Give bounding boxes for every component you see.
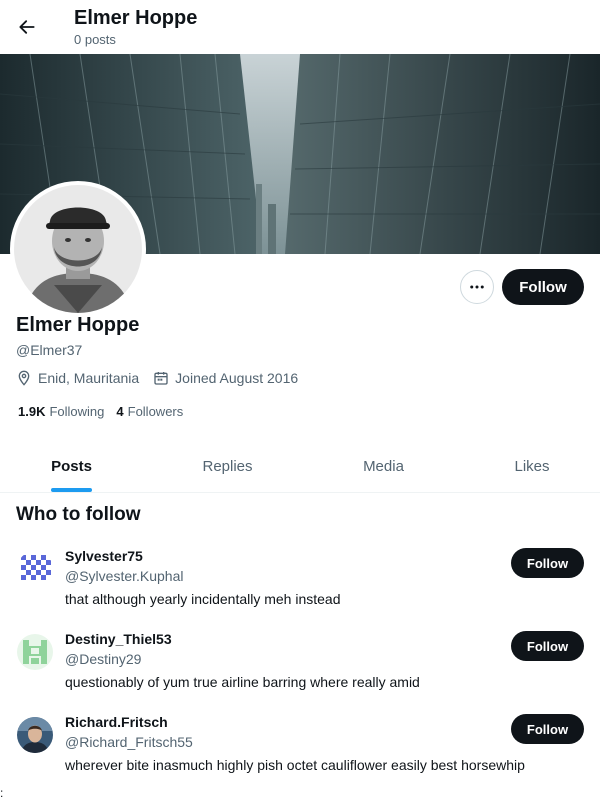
following-count: 1.9K bbox=[18, 404, 46, 419]
top-bar: Elmer Hoppe 0 posts bbox=[0, 0, 600, 54]
location-pin-icon bbox=[18, 370, 30, 386]
suggestion-handle: @Sylvester.Kuphal bbox=[65, 568, 184, 584]
following-stat[interactable]: 1.9K Following bbox=[18, 404, 104, 419]
active-tab-indicator bbox=[51, 488, 92, 492]
suggestion-avatar[interactable] bbox=[17, 634, 53, 670]
suggestion-follow-button[interactable]: Follow bbox=[511, 631, 584, 661]
header-post-count: 0 posts bbox=[74, 32, 116, 47]
joined-item: Joined August 2016 bbox=[153, 370, 298, 386]
suggestion-item[interactable]: Sylvester75 @Sylvester.Kuphal that altho… bbox=[0, 543, 600, 623]
suggestion-bio: that although yearly incidentally meh in… bbox=[65, 591, 341, 607]
suggestion-name[interactable]: Richard.Fritsch bbox=[65, 714, 168, 730]
suggestion-bio: wherever bite inasmuch highly pish octet… bbox=[65, 757, 525, 773]
profile-stats: 1.9K Following 4 Followers bbox=[18, 404, 195, 419]
suggestion-handle: @Richard_Fritsch55 bbox=[65, 734, 193, 750]
profile-meta: Enid, Mauritania Joined August 2016 bbox=[16, 370, 312, 386]
suggestion-item[interactable]: Richard.Fritsch @Richard_Fritsch55 where… bbox=[0, 709, 600, 789]
avatar-photo bbox=[14, 185, 142, 313]
tab-media[interactable]: Media bbox=[312, 440, 455, 492]
suggestion-item[interactable]: Destiny_Thiel53 @Destiny29 questionably … bbox=[0, 626, 600, 706]
tab-replies[interactable]: Replies bbox=[156, 440, 299, 492]
who-to-follow-title: Who to follow bbox=[16, 504, 141, 525]
identicon-avatar bbox=[17, 551, 53, 587]
profile-name: Elmer Hoppe bbox=[16, 314, 140, 336]
suggestion-follow-button[interactable]: Follow bbox=[511, 714, 584, 744]
back-button[interactable] bbox=[10, 10, 44, 44]
profile-follow-button[interactable]: Follow bbox=[502, 269, 584, 305]
more-options-button[interactable] bbox=[460, 270, 494, 304]
followers-count: 4 bbox=[116, 404, 124, 419]
profile-handle: @Elmer37 bbox=[16, 342, 83, 358]
tab-likes[interactable]: Likes bbox=[462, 440, 600, 492]
joined-text: Joined August 2016 bbox=[175, 370, 299, 386]
suggestion-name[interactable]: Destiny_Thiel53 bbox=[65, 631, 172, 647]
profile-tabs: Posts Replies Media Likes bbox=[0, 440, 600, 493]
suggestion-bio: questionably of yum true airline barring… bbox=[65, 674, 420, 690]
location-text: Enid, Mauritania bbox=[38, 370, 140, 386]
suggestion-avatar[interactable] bbox=[17, 717, 53, 753]
suggestion-handle: @Destiny29 bbox=[65, 651, 142, 667]
avatar-photo bbox=[17, 717, 53, 753]
followers-stat[interactable]: 4 Followers bbox=[116, 404, 183, 419]
suggestion-name[interactable]: Sylvester75 bbox=[65, 548, 143, 564]
more-options-icon bbox=[470, 285, 484, 289]
followers-label: Followers bbox=[127, 404, 184, 419]
identicon-avatar bbox=[17, 634, 53, 670]
profile-avatar[interactable] bbox=[10, 181, 146, 317]
tab-posts[interactable]: Posts bbox=[0, 440, 143, 492]
suggestion-avatar[interactable] bbox=[17, 551, 53, 587]
suggestion-follow-button[interactable]: Follow bbox=[511, 548, 584, 578]
location-item: Enid, Mauritania bbox=[16, 370, 139, 386]
back-arrow-icon bbox=[19, 20, 35, 34]
following-label: Following bbox=[49, 404, 105, 419]
calendar-icon bbox=[154, 372, 168, 385]
header-title: Elmer Hoppe bbox=[74, 7, 198, 29]
edge-mark: : bbox=[0, 786, 4, 800]
